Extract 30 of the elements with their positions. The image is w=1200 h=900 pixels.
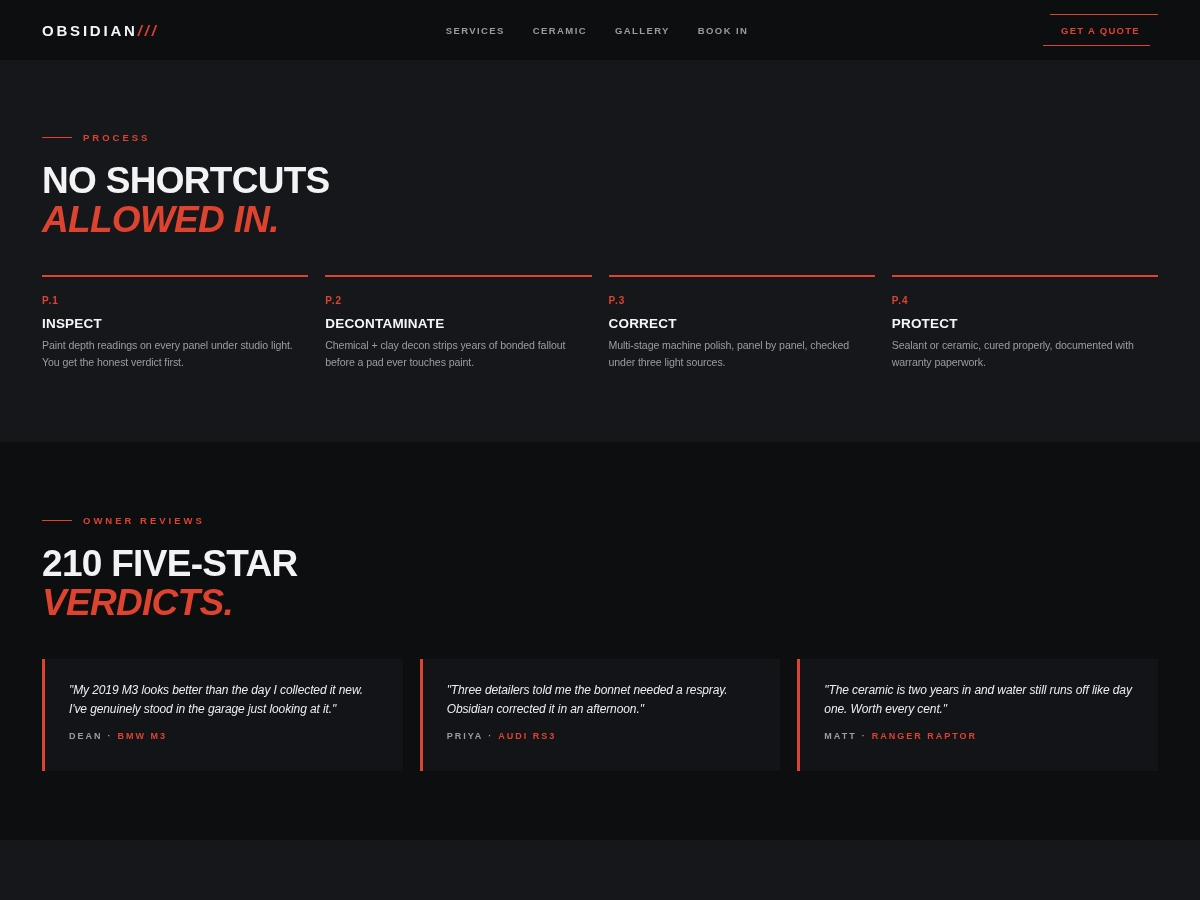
step-description: Paint depth readings on every panel under studio light. You get the honest verdict first.	[42, 338, 294, 370]
section-eyebrow: PROCESS	[83, 132, 151, 143]
step-number: P.3	[608, 295, 626, 306]
nav-link[interactable]: BOOK IN	[697, 24, 749, 36]
review-quote: "Three detailers told me the bonnet needed a respray. Obsidian corrected it in an afternoon."	[446, 682, 729, 718]
review-quote: "The ceramic is two years in and water still runs off like day one. Worth every cent."	[824, 682, 1134, 718]
section-heading-accent: VERDICTS.	[42, 583, 234, 622]
step-title: INSPECT	[42, 316, 102, 331]
section-heading-accent: ALLOWED IN.	[42, 200, 279, 239]
review-byline: MATT · RANGER RAPTOR	[824, 731, 977, 741]
get-quote-button[interactable]: GET A QUOTE	[1043, 14, 1158, 46]
nav-link[interactable]: CERAMIC	[532, 24, 587, 36]
nav-link[interactable]: SERVICES	[445, 24, 505, 36]
step-number: P.2	[325, 295, 342, 306]
step-description: Multi-stage machine polish, panel by panel, checked under three light sources.	[608, 338, 850, 370]
step-description: Chemical + clay decon strips years of bonded fallout before a pad ever touches paint.	[325, 338, 567, 370]
section-heading: 210 FIVE-STAR	[42, 544, 298, 583]
step-number: P.1	[42, 295, 59, 306]
brand-logo[interactable]: OBSIDIAN///	[42, 21, 159, 39]
review-byline: PRIYA · AUDI RS3	[446, 731, 557, 741]
step-title: DECONTAMINATE	[325, 316, 445, 331]
section-eyebrow: OWNER REVIEWS	[83, 515, 205, 526]
review-byline: DEAN · BMW M3	[69, 731, 167, 741]
nav-link[interactable]: GALLERY	[614, 24, 670, 36]
review-quote: "My 2019 M3 looks better than the day I collected it new. I've genuinely stood in the garage just looking at it."	[69, 682, 365, 718]
step-number: P.4	[891, 295, 909, 306]
step-title: CORRECT	[608, 316, 677, 331]
section-heading: NO SHORTCUTS	[42, 161, 330, 200]
step-title: PROTECT	[891, 316, 958, 331]
step-description: Sealant or ceramic, cured properly, documented with warranty paperwork.	[891, 338, 1135, 370]
